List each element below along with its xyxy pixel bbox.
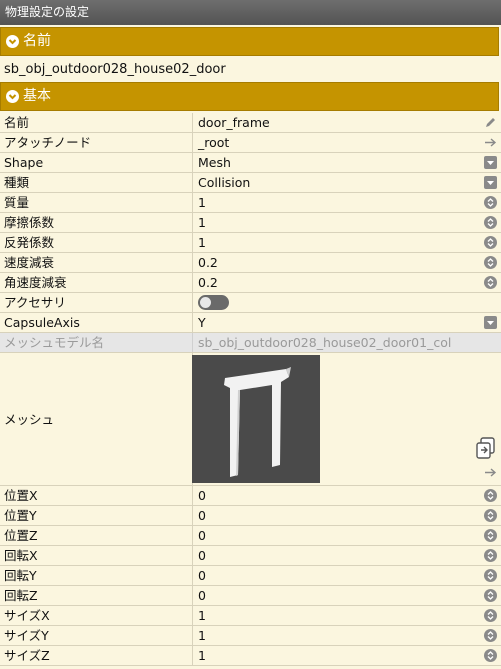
friction-input[interactable]: 1 <box>193 213 501 232</box>
property-row-mass: 質量 1 <box>0 193 501 213</box>
property-label: アタッチノード <box>0 133 193 152</box>
angular-damping-input[interactable]: 0.2 <box>193 273 501 292</box>
property-label: 位置X <box>0 486 193 505</box>
spinner-icon[interactable] <box>484 529 497 542</box>
property-label: メッシュ <box>0 353 193 485</box>
property-label: 回転Y <box>0 566 193 585</box>
property-label: 位置Y <box>0 506 193 525</box>
property-label: メッシュモデル名 <box>0 333 193 352</box>
mesh-model-name-value: sb_obj_outdoor028_house02_door01_col <box>198 335 452 350</box>
accessory-cell <box>193 293 501 312</box>
name-input[interactable]: door_frame <box>193 113 501 132</box>
property-row-angular-damping: 角速度減衰 0.2 <box>0 273 501 293</box>
pencil-icon[interactable] <box>484 116 497 129</box>
mesh-thumbnail[interactable] <box>192 355 320 483</box>
spinner-icon[interactable] <box>484 489 497 502</box>
property-row-shape: Shape Mesh <box>0 153 501 173</box>
property-row-mesh: メッシュ <box>0 353 501 486</box>
rotation-z-input[interactable]: 0 <box>193 586 501 605</box>
toggle-knob <box>200 297 211 308</box>
position-x-input[interactable]: 0 <box>193 486 501 505</box>
property-row-size-z: サイズZ 1 <box>0 646 501 666</box>
property-label: サイズZ <box>0 646 193 665</box>
spinner-icon[interactable] <box>484 256 497 269</box>
arrow-right-icon[interactable] <box>484 136 497 149</box>
property-row-name: 名前 door_frame <box>0 113 501 133</box>
spinner-icon[interactable] <box>484 236 497 249</box>
linear-damping-input[interactable]: 0.2 <box>193 253 501 272</box>
restitution-input[interactable]: 1 <box>193 233 501 252</box>
size-x-input[interactable]: 1 <box>193 606 501 625</box>
shape-select[interactable]: Mesh <box>193 153 501 172</box>
property-label: 種類 <box>0 173 193 192</box>
property-label: 回転Z <box>0 586 193 605</box>
property-row-attach-node: アタッチノード _root <box>0 133 501 153</box>
accessory-toggle[interactable] <box>198 295 229 310</box>
spinner-icon[interactable] <box>484 609 497 622</box>
property-label: Shape <box>0 153 193 172</box>
spinner-icon[interactable] <box>484 629 497 642</box>
property-row-accessory: アクセサリ <box>0 293 501 313</box>
section-header-basic[interactable]: 基本 <box>0 82 499 111</box>
property-label: 回転X <box>0 546 193 565</box>
chevron-down-icon <box>6 35 19 48</box>
size-y-input[interactable]: 1 <box>193 626 501 645</box>
property-row-position-y: 位置Y 0 <box>0 506 501 526</box>
property-label: 角速度減衰 <box>0 273 193 292</box>
property-row-type: 種類 Collision <box>0 173 501 193</box>
section-label: 名前 <box>23 33 51 49</box>
property-row-position-z: 位置Z 0 <box>0 526 501 546</box>
spinner-icon[interactable] <box>484 549 497 562</box>
property-label: サイズX <box>0 606 193 625</box>
rotation-y-input[interactable]: 0 <box>193 566 501 585</box>
rotation-x-input[interactable]: 0 <box>193 546 501 565</box>
property-row-rotation-z: 回転Z 0 <box>0 586 501 606</box>
property-grid: 名前 door_frame アタッチノード _root Shape Mesh 種… <box>0 113 501 666</box>
spinner-icon[interactable] <box>484 649 497 662</box>
property-row-capsule-axis: CapsuleAxis Y <box>0 313 501 333</box>
spinner-icon[interactable] <box>484 216 497 229</box>
object-name: sb_obj_outdoor028_house02_door <box>4 62 226 77</box>
property-label: アクセサリ <box>0 293 193 312</box>
position-z-input[interactable]: 0 <box>193 526 501 545</box>
dropdown-icon[interactable] <box>484 156 497 169</box>
property-label: 質量 <box>0 193 193 212</box>
property-row-rotation-x: 回転X 0 <box>0 546 501 566</box>
arrow-right-icon[interactable] <box>484 466 497 479</box>
property-row-position-x: 位置X 0 <box>0 486 501 506</box>
section-label: 基本 <box>23 88 51 104</box>
mass-input[interactable]: 1 <box>193 193 501 212</box>
property-label: CapsuleAxis <box>0 313 193 332</box>
capsule-axis-select[interactable]: Y <box>193 313 501 332</box>
position-y-input[interactable]: 0 <box>193 506 501 525</box>
property-row-mesh-model-name: メッシュモデル名 sb_obj_outdoor028_house02_door0… <box>0 333 501 353</box>
property-row-friction: 摩擦係数 1 <box>0 213 501 233</box>
size-z-input[interactable]: 1 <box>193 646 501 665</box>
property-label: 速度減衰 <box>0 253 193 272</box>
property-label: 名前 <box>0 113 193 132</box>
chevron-down-icon <box>6 90 19 103</box>
property-row-size-y: サイズY 1 <box>0 626 501 646</box>
type-select[interactable]: Collision <box>193 173 501 192</box>
spinner-icon[interactable] <box>484 276 497 289</box>
copy-mesh-icon[interactable] <box>475 437 497 461</box>
window-title: 物理設定の設定 <box>0 0 501 25</box>
spinner-icon[interactable] <box>484 196 497 209</box>
spinner-icon[interactable] <box>484 589 497 602</box>
property-label: 摩擦係数 <box>0 213 193 232</box>
property-label: 反発係数 <box>0 233 193 252</box>
section-header-name[interactable]: 名前 <box>0 27 499 56</box>
dropdown-icon[interactable] <box>484 316 497 329</box>
property-label: サイズY <box>0 626 193 645</box>
spinner-icon[interactable] <box>484 509 497 522</box>
property-label: 位置Z <box>0 526 193 545</box>
property-row-size-x: サイズX 1 <box>0 606 501 626</box>
property-row-rotation-y: 回転Y 0 <box>0 566 501 586</box>
property-row-restitution: 反発係数 1 <box>0 233 501 253</box>
dropdown-icon[interactable] <box>484 176 497 189</box>
property-row-linear-damping: 速度減衰 0.2 <box>0 253 501 273</box>
attach-node-value[interactable]: _root <box>193 133 501 152</box>
spinner-icon[interactable] <box>484 569 497 582</box>
